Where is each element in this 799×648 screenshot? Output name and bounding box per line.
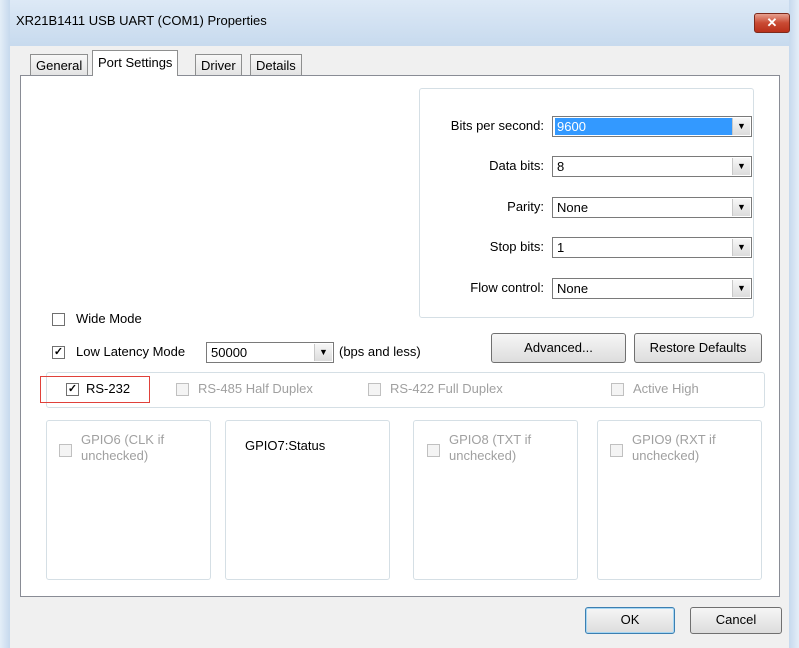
tab-details[interactable]: Details	[250, 54, 302, 75]
window-frame-right	[789, 0, 799, 648]
low-latency-checkbox[interactable]: ✓	[52, 346, 65, 359]
close-icon: ✕	[766, 15, 778, 30]
gpio9-label-line2: unchecked)	[632, 448, 700, 463]
tab-port-settings[interactable]: Port Settings	[92, 50, 179, 76]
gpio6-checkbox	[59, 444, 72, 457]
low-latency-suffix: (bps and less)	[339, 344, 421, 359]
rs422-label: RS-422 Full Duplex	[390, 381, 503, 396]
window-frame-left	[0, 0, 10, 648]
active-high-checkbox	[611, 383, 624, 396]
chevron-down-icon[interactable]: ▼	[314, 344, 332, 361]
chevron-down-icon[interactable]: ▼	[732, 158, 750, 175]
rs422-checkbox	[368, 383, 381, 396]
chevron-down-icon[interactable]: ▼	[732, 239, 750, 256]
window-title: XR21B1411 USB UART (COM1) Properties	[16, 13, 267, 28]
parity-select[interactable]: None ▼	[552, 197, 752, 218]
gpio9-label-line1: GPIO9 (RXT if	[632, 432, 716, 447]
rs485-checkbox	[176, 383, 189, 396]
close-button[interactable]: ✕	[754, 13, 790, 33]
bits-per-second-select[interactable]: 9600 ▼	[552, 116, 752, 137]
bits-per-second-value: 9600	[555, 118, 732, 135]
data-bits-label: Data bits:	[489, 158, 544, 173]
tab-driver[interactable]: Driver	[195, 54, 242, 75]
active-high-label: Active High	[633, 381, 699, 396]
chevron-down-icon[interactable]: ▼	[732, 118, 750, 135]
wide-mode-label[interactable]: Wide Mode	[76, 311, 142, 326]
check-icon: ✓	[53, 346, 64, 358]
port-settings-page: Bits per second: 9600 ▼ Data bits: 8 ▼ P…	[20, 75, 780, 597]
gpio7-status-label: GPIO7:Status	[245, 438, 326, 453]
gpio6-label-line1: GPIO6 (CLK if	[81, 432, 165, 447]
wide-mode-checkbox[interactable]	[52, 313, 65, 326]
stop-bits-select[interactable]: 1 ▼	[552, 237, 752, 258]
ok-button[interactable]: OK	[585, 607, 675, 634]
advanced-button[interactable]: Advanced...	[491, 333, 626, 363]
gpio8-label-line1: GPIO8 (TXT if	[449, 432, 532, 447]
data-bits-select[interactable]: 8 ▼	[552, 156, 752, 177]
flow-control-label: Flow control:	[470, 280, 544, 295]
restore-defaults-button[interactable]: Restore Defaults	[634, 333, 762, 363]
data-bits-value: 8	[557, 159, 565, 174]
stop-bits-value: 1	[557, 240, 565, 255]
low-latency-rate-value: 50000	[211, 345, 248, 360]
parity-value: None	[557, 200, 589, 215]
rs485-label: RS-485 Half Duplex	[198, 381, 313, 396]
tab-general[interactable]: General	[30, 54, 89, 75]
chevron-down-icon[interactable]: ▼	[732, 199, 750, 216]
low-latency-label[interactable]: Low Latency Mode	[76, 344, 185, 359]
gpio8-label-line2: unchecked)	[449, 448, 517, 463]
rs232-highlight-annotation	[40, 376, 150, 403]
flow-control-select[interactable]: None ▼	[552, 278, 752, 299]
flow-control-value: None	[557, 281, 589, 296]
parity-label: Parity:	[507, 199, 544, 214]
cancel-button[interactable]: Cancel	[690, 607, 782, 634]
low-latency-rate-select[interactable]: 50000 ▼	[206, 342, 334, 363]
gpio9-checkbox	[610, 444, 623, 457]
chevron-down-icon[interactable]: ▼	[732, 280, 750, 297]
gpio8-checkbox	[427, 444, 440, 457]
gpio6-label-line2: unchecked)	[81, 448, 149, 463]
stop-bits-label: Stop bits:	[489, 239, 544, 254]
bits-per-second-label: Bits per second:	[450, 118, 544, 133]
